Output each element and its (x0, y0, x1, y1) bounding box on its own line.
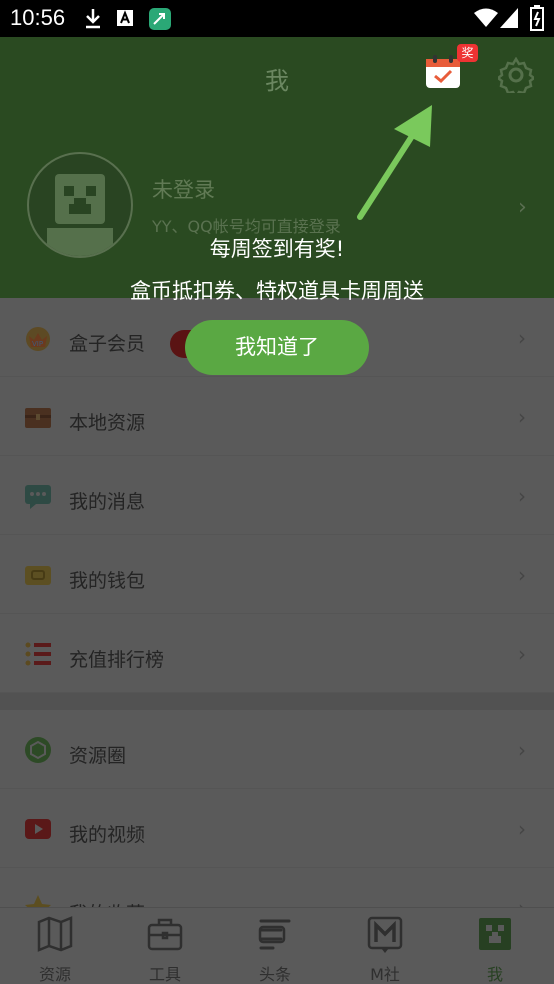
chest-icon (25, 408, 51, 428)
chevron-right-icon: › (518, 405, 526, 429)
map-icon (37, 916, 73, 952)
chevron-right-icon: › (518, 642, 526, 666)
menu-item-label: 我的钱包 (69, 570, 146, 592)
menu-item-wallet[interactable]: 我的钱包 › (0, 535, 554, 614)
wallet-icon (25, 566, 51, 585)
chevron-right-icon: › (518, 738, 526, 762)
creeper-face-icon (479, 918, 511, 950)
reward-badge: 奖 (457, 44, 478, 62)
nav-item-me[interactable]: 我 (440, 908, 550, 984)
menu-item-label: 我的消息 (69, 491, 146, 513)
menu-item-label: 盒子会员 (69, 333, 146, 355)
tip-subtitle: 盒币抵扣券、特权道具卡周周送 (130, 279, 424, 303)
chevron-right-icon: › (518, 563, 526, 587)
menu-item-resource-circle[interactable]: 资源圈 › (0, 710, 554, 789)
nav-label: 头条 (258, 965, 291, 984)
svg-text:VIP: VIP (32, 340, 43, 348)
wifi-icon (474, 8, 498, 27)
download-icon (86, 9, 100, 29)
toolbox-icon (147, 918, 183, 951)
message-icon (25, 485, 51, 509)
video-play-icon (25, 819, 51, 839)
login-title[interactable]: 未登录 (152, 174, 215, 204)
vip-crown-icon: VIP (26, 327, 50, 351)
chevron-right-icon: › (518, 326, 526, 350)
nav-label: M社 (370, 965, 400, 984)
status-bar: 10:56 (0, 0, 554, 37)
nav-item-tools[interactable]: 工具 (110, 908, 220, 984)
bottom-nav: 资源 工具 头条 M社 我 (0, 907, 554, 984)
chevron-right-icon[interactable]: › (518, 195, 527, 220)
menu-item-label: 充值排行榜 (69, 649, 165, 671)
nav-label: 我 (486, 965, 503, 984)
menu-list: VIP 盒子会员 › 本地资源 › 我的消息 › 我的钱包 › 充值排行榜 › … (0, 298, 554, 947)
cube-circle-icon (25, 737, 51, 763)
menu-item-messages[interactable]: 我的消息 › (0, 456, 554, 535)
ranking-icon (25, 642, 51, 666)
menu-item-my-videos[interactable]: 我的视频 › (0, 789, 554, 868)
signal-icon (500, 8, 518, 28)
menu-item-label: 本地资源 (69, 412, 146, 434)
menu-item-recharge-ranking[interactable]: 充值排行榜 › (0, 614, 554, 693)
section-divider (0, 693, 554, 710)
nav-item-m-community[interactable]: M社 (330, 908, 440, 984)
guide-arrow-icon (357, 105, 432, 220)
nav-label: 资源 (38, 965, 71, 984)
app-notify-icon (149, 8, 171, 30)
font-a-icon (117, 10, 133, 26)
nav-item-headlines[interactable]: 头条 (220, 908, 330, 984)
menu-item-label: 我的视频 (69, 824, 146, 846)
status-time: 10:56 (10, 5, 66, 30)
headline-icon (258, 919, 291, 950)
chevron-right-icon: › (518, 484, 526, 508)
menu-item-label: 资源圈 (69, 745, 127, 767)
m-community-icon (367, 916, 403, 953)
nav-item-resources[interactable]: 资源 (0, 908, 110, 984)
page-title: 我 (265, 67, 289, 95)
battery-icon (530, 5, 544, 31)
nav-label: 工具 (148, 965, 181, 984)
menu-item-local-resources[interactable]: 本地资源 › (0, 377, 554, 456)
tip-title: 每周签到有奖! (209, 237, 345, 261)
chevron-right-icon: › (518, 817, 526, 841)
got-it-button[interactable]: 我知道了 (185, 320, 369, 375)
gear-icon[interactable] (498, 57, 534, 93)
